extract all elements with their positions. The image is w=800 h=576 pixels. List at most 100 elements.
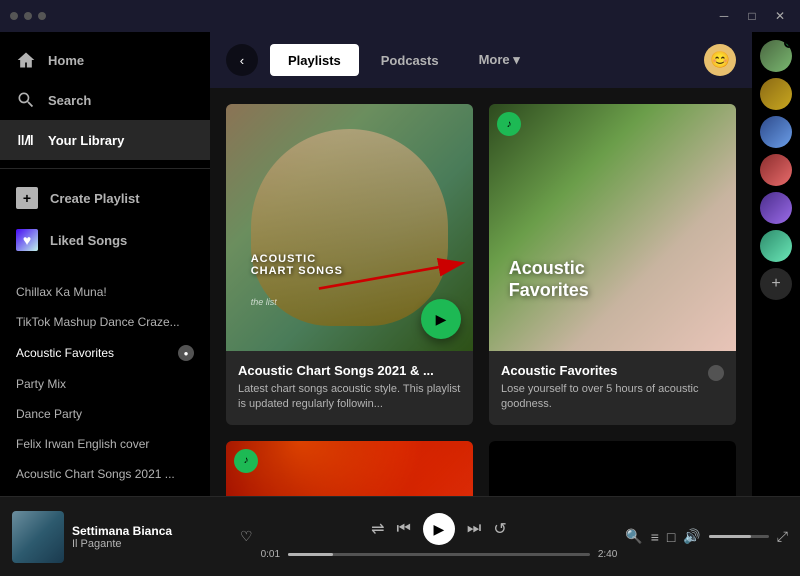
sidebar-item-home-label: Home xyxy=(48,53,84,68)
sidebar-item-home[interactable]: Home xyxy=(0,40,210,80)
main-layout: Home Search Your Library + Create Playli… xyxy=(0,32,800,576)
card-image-acoustic-fav: ♪ AcousticFavorites xyxy=(489,104,736,351)
spotify-badge-2: ♪ xyxy=(497,112,521,136)
nav-tabs: Playlists Podcasts More ▾ xyxy=(270,44,692,76)
track-info: Settimana Bianca Il Pagante xyxy=(72,524,232,550)
right-avatar-4[interactable] xyxy=(760,154,792,186)
card-title-acoustic-chart: Acoustic Chart Songs 2021 & ... xyxy=(238,363,461,378)
playlist-item-chillax[interactable]: Chillax Ka Muna! xyxy=(0,277,210,307)
maximize-button[interactable]: □ xyxy=(742,6,762,26)
spotify-badge-dp: ♪ xyxy=(234,449,258,473)
device-button[interactable]: □ xyxy=(667,529,675,545)
volume-fill xyxy=(709,535,751,538)
card-badge: the list xyxy=(251,297,277,307)
repeat-button[interactable]: ↺ xyxy=(493,519,506,539)
album-art xyxy=(12,511,64,563)
right-controls: 🔍 ≡ □ 🔊 ⤢ xyxy=(625,528,788,545)
card-desc-acoustic-fav: Lose yourself to over 5 hours of acousti… xyxy=(501,382,724,413)
card-dot-acoustic-fav xyxy=(708,365,724,381)
dot-2 xyxy=(24,12,32,20)
now-playing-bar: Settimana Bianca Il Pagante ♡ ⇌ ⏮ ▶ ⏭ ↺ … xyxy=(0,496,800,576)
title-bar: ─ □ ✕ xyxy=(0,0,800,32)
dot-1 xyxy=(10,12,18,20)
card-title-acoustic-fav: Acoustic Favorites xyxy=(501,363,617,378)
main-content: ‹ Playlists Podcasts More ▾ 😊 xyxy=(210,32,752,576)
playlist-item-dance-party[interactable]: Dance Party xyxy=(0,399,210,429)
volume-button[interactable]: 🔊 xyxy=(683,528,700,545)
active-indicator: ● xyxy=(178,345,194,361)
avatar-img-5 xyxy=(760,192,792,224)
shuffle-button[interactable]: ⇌ xyxy=(371,519,384,539)
lyrics-button[interactable]: 🔍 xyxy=(625,528,642,545)
card-acoustic-chart[interactable]: ACOUSTIC CHART SONGS the list ▶ Acoustic… xyxy=(226,104,473,425)
create-playlist-label: Create Playlist xyxy=(50,191,140,206)
right-sidebar: + xyxy=(752,32,800,576)
sidebar-item-search-label: Search xyxy=(48,93,91,108)
playlist-item-acoustic-fav[interactable]: Acoustic Favorites ● xyxy=(0,337,210,369)
notification-indicator xyxy=(784,40,792,48)
heart-icon: ♥ xyxy=(16,229,38,251)
home-icon xyxy=(16,50,36,70)
card-acoustic-fav[interactable]: ♪ AcousticFavorites Acoustic Favorites L… xyxy=(489,104,736,425)
playlist-item-tiktok[interactable]: TikTok Mashup Dance Craze... xyxy=(0,307,210,337)
tab-playlists[interactable]: Playlists xyxy=(270,44,359,76)
volume-bar[interactable] xyxy=(709,535,769,538)
sidebar-item-library[interactable]: Your Library xyxy=(0,120,210,160)
liked-songs-label: Liked Songs xyxy=(50,233,127,248)
right-avatar-5[interactable] xyxy=(760,192,792,224)
add-friend-button[interactable]: + xyxy=(760,268,792,300)
guitar-figure xyxy=(251,129,449,327)
sidebar: Home Search Your Library + Create Playli… xyxy=(0,32,210,576)
right-avatar-6[interactable] xyxy=(760,230,792,262)
avatar-img-2 xyxy=(760,78,792,110)
title-bar-dots xyxy=(10,12,46,20)
tab-podcasts[interactable]: Podcasts xyxy=(363,44,457,76)
next-button[interactable]: ⏭ xyxy=(467,520,481,538)
time-total: 2:40 xyxy=(598,549,617,560)
card-info-acoustic-fav: Acoustic Favorites Lose yourself to over… xyxy=(489,351,736,425)
playlist-item-party-mix[interactable]: Party Mix xyxy=(0,369,210,399)
track-artist: Il Pagante xyxy=(72,538,232,550)
track-title: Settimana Bianca xyxy=(72,524,232,538)
avatar-img-3 xyxy=(760,116,792,148)
queue-button[interactable]: ≡ xyxy=(651,529,659,545)
right-avatar-2[interactable] xyxy=(760,78,792,110)
time-current: 0:01 xyxy=(261,549,280,560)
card-bg-acoustic-fav: ♪ AcousticFavorites xyxy=(489,104,736,351)
card-desc-acoustic-chart: Latest chart songs acoustic style. This … xyxy=(238,382,461,413)
progress-bar[interactable] xyxy=(288,553,590,556)
search-icon xyxy=(16,90,36,110)
previous-button[interactable]: ⏮ xyxy=(397,520,411,538)
progress-container: 0:01 2:40 xyxy=(261,549,618,560)
back-button[interactable]: ‹ xyxy=(226,44,258,76)
library-icon xyxy=(16,130,36,150)
playlist-item-acoustic-chart[interactable]: Acoustic Chart Songs 2021 ... xyxy=(0,459,210,489)
plus-icon: + xyxy=(16,187,38,209)
progress-fill xyxy=(288,553,333,556)
card-image-acoustic-chart: ACOUSTIC CHART SONGS the list ▶ xyxy=(226,104,473,351)
fullscreen-button[interactable]: ⤢ xyxy=(777,528,788,545)
playback-controls: ⇌ ⏮ ▶ ⏭ ↺ 0:01 2:40 xyxy=(261,513,618,560)
dot-3 xyxy=(38,12,46,20)
play-button-acoustic-chart[interactable]: ▶ xyxy=(421,299,461,339)
control-buttons: ⇌ ⏮ ▶ ⏭ ↺ xyxy=(371,513,507,545)
minimize-button[interactable]: ─ xyxy=(714,6,734,26)
close-button[interactable]: ✕ xyxy=(770,6,790,26)
user-avatar[interactable]: 😊 xyxy=(704,44,736,76)
playlist-item-felix[interactable]: Felix Irwan English cover xyxy=(0,429,210,459)
play-pause-button[interactable]: ▶ xyxy=(423,513,455,545)
avatar-img-4 xyxy=(760,154,792,186)
like-button[interactable]: ♡ xyxy=(240,528,253,545)
create-playlist-button[interactable]: + Create Playlist xyxy=(0,177,210,219)
sidebar-item-search[interactable]: Search xyxy=(0,80,210,120)
right-avatar-1[interactable] xyxy=(760,40,792,72)
sidebar-item-library-label: Your Library xyxy=(48,133,124,148)
avatar-img-6 xyxy=(760,230,792,262)
title-bar-controls: ─ □ ✕ xyxy=(714,6,790,26)
right-avatar-3[interactable] xyxy=(760,116,792,148)
card-info-acoustic-chart: Acoustic Chart Songs 2021 & ... Latest c… xyxy=(226,351,473,425)
sidebar-actions: + Create Playlist ♥ Liked Songs xyxy=(0,168,210,269)
tab-more[interactable]: More ▾ xyxy=(461,44,538,76)
top-nav: ‹ Playlists Podcasts More ▾ 😊 xyxy=(210,32,752,88)
liked-songs-button[interactable]: ♥ Liked Songs xyxy=(0,219,210,261)
